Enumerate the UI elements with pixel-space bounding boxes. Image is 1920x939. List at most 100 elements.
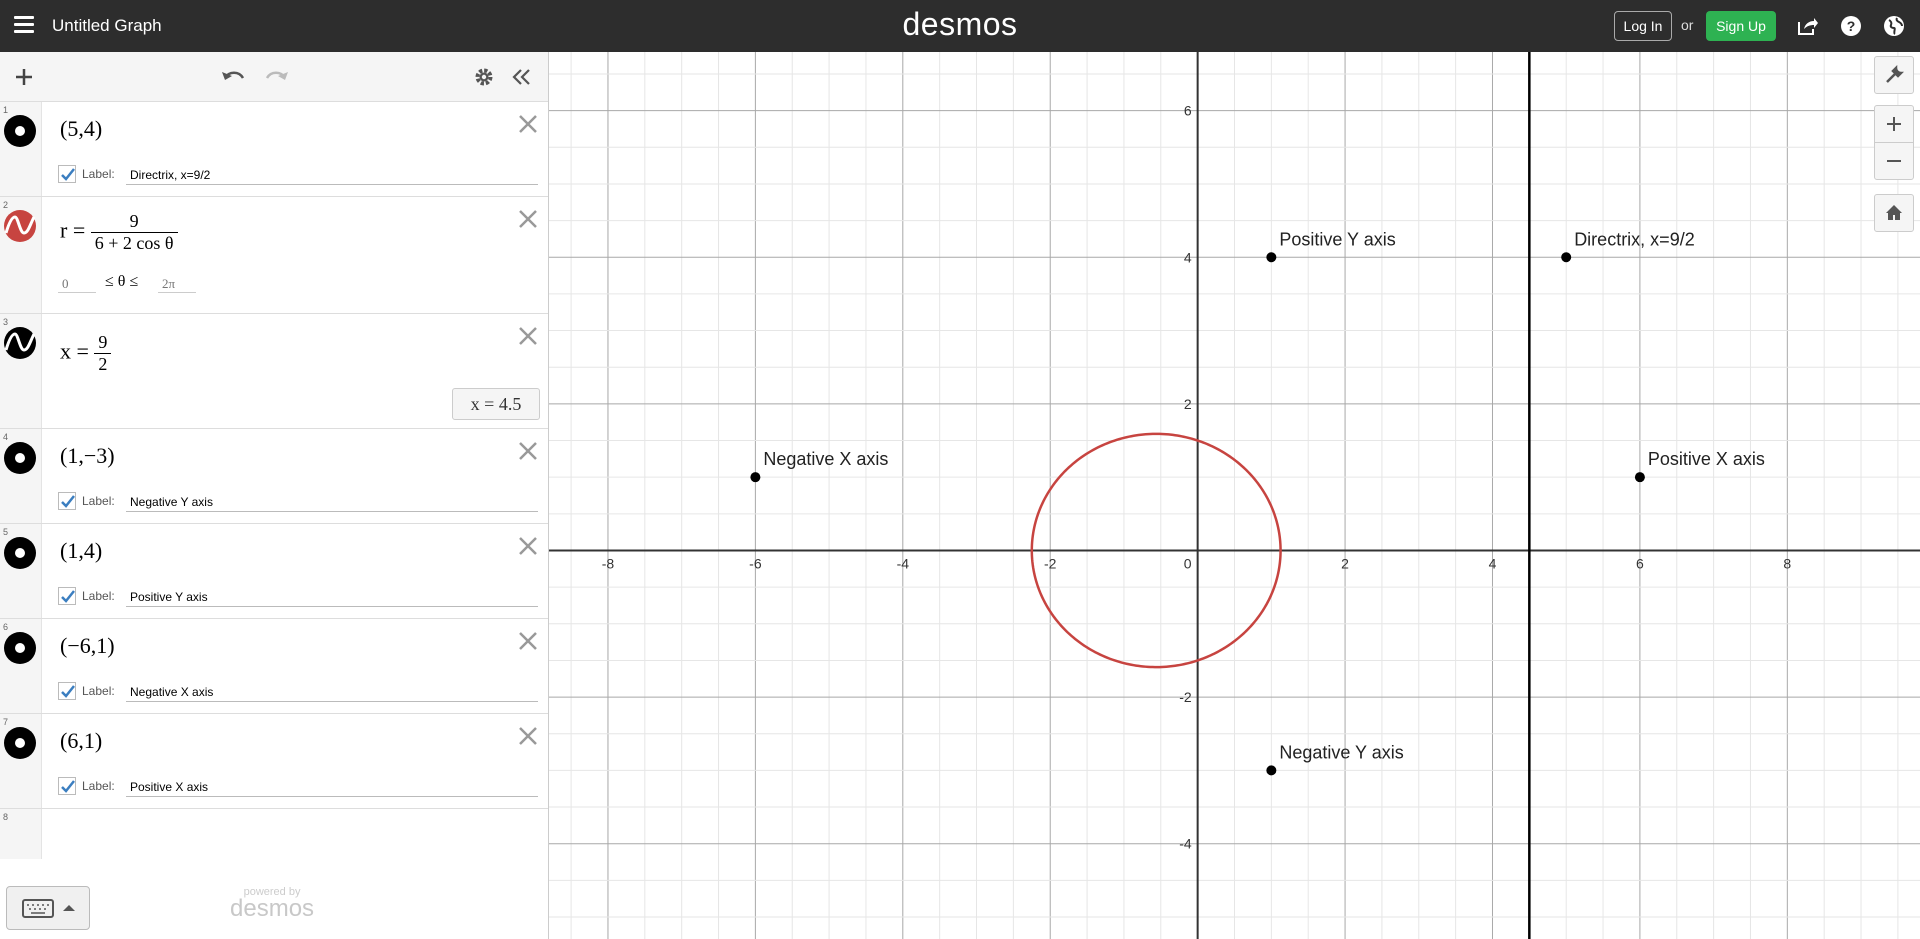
- delete-icon[interactable]: [516, 629, 540, 653]
- point-label: Positive X axis: [1648, 449, 1765, 469]
- empty-expression-row[interactable]: 8: [0, 809, 548, 859]
- row-gutter: 2: [0, 197, 42, 313]
- point-label: Negative X axis: [763, 449, 888, 469]
- equation-lhs: r =: [60, 217, 86, 243]
- home-zoom-icon[interactable]: [1874, 194, 1914, 232]
- x-tick-label: 0: [1184, 555, 1192, 571]
- label-checkbox[interactable]: [58, 777, 76, 795]
- y-tick-label: 4: [1184, 249, 1192, 265]
- row-gutter: 5: [0, 524, 42, 618]
- expression-row[interactable]: 7 (6,1) Label:: [0, 714, 548, 809]
- math-expression[interactable]: (1,−3): [60, 443, 115, 469]
- data-point: [1561, 252, 1572, 263]
- delete-icon[interactable]: [516, 324, 540, 348]
- y-tick-label: -2: [1179, 689, 1192, 705]
- graph-plot[interactable]: -8 -6 -4 -2 0 2 4 6 8 6 4 2 -2 -4 Directrix, x=9/2 Nega…: [549, 52, 1920, 939]
- undo-icon[interactable]: [220, 64, 248, 90]
- label-input[interactable]: [126, 587, 538, 607]
- label-caption: Label:: [82, 167, 115, 181]
- zoom-in-icon[interactable]: [1874, 105, 1914, 143]
- label-checkbox[interactable]: [58, 492, 76, 510]
- label-input[interactable]: [126, 682, 538, 702]
- expression-row[interactable]: 3 x = 92 x = 4.5: [0, 314, 548, 429]
- math-expression[interactable]: (5,4): [60, 116, 102, 142]
- graph-settings-wrench-icon[interactable]: [1874, 56, 1914, 94]
- x-tick-label: 8: [1783, 555, 1791, 571]
- expression-row[interactable]: 4 (1,−3) Label:: [0, 429, 548, 524]
- expression-row[interactable]: 5 (1,4) Label:: [0, 524, 548, 619]
- fraction-numerator: 9: [94, 332, 112, 354]
- math-expression[interactable]: x = 92: [60, 332, 112, 375]
- label-checkbox[interactable]: [58, 165, 76, 183]
- point-color-icon[interactable]: [3, 726, 37, 760]
- fraction-numerator: 9: [90, 211, 178, 233]
- x-tick-label: 4: [1489, 555, 1497, 571]
- graph-canvas[interactable]: -8 -6 -4 -2 0 2 4 6 8 6 4 2 -2 -4 Directrix, x=9/2 Nega…: [549, 52, 1920, 939]
- fraction-denominator: 6 + 2 cos θ: [94, 233, 174, 253]
- curve-color-icon[interactable]: [3, 209, 37, 243]
- login-button[interactable]: Log In: [1614, 11, 1672, 41]
- menu-icon[interactable]: [14, 16, 34, 34]
- domain-min-input[interactable]: [58, 275, 96, 293]
- point-color-icon[interactable]: [3, 631, 37, 665]
- help-icon[interactable]: ?: [1839, 14, 1863, 38]
- delete-icon[interactable]: [516, 207, 540, 231]
- top-bar: Untitled Graph desmos Log In or Sign Up …: [0, 0, 1920, 52]
- data-point: [1634, 472, 1645, 483]
- add-expression-icon[interactable]: [10, 64, 38, 90]
- y-tick-label: -4: [1179, 836, 1192, 852]
- equation-lhs: x =: [60, 338, 89, 364]
- zoom-out-icon[interactable]: [1874, 142, 1914, 180]
- domain-inequality: ≤ θ ≤: [105, 273, 139, 290]
- fraction: 92: [94, 332, 112, 375]
- point-color-icon[interactable]: [3, 114, 37, 148]
- math-expression[interactable]: (6,1): [60, 728, 102, 754]
- graph-title[interactable]: Untitled Graph: [52, 16, 162, 36]
- y-tick-label: 2: [1184, 396, 1192, 412]
- curve-color-icon[interactable]: [3, 326, 37, 360]
- row-gutter: 8: [0, 809, 42, 859]
- share-icon[interactable]: [1795, 14, 1819, 38]
- redo-icon[interactable]: [262, 64, 290, 90]
- label-input[interactable]: [126, 492, 538, 512]
- signup-button[interactable]: Sign Up: [1706, 11, 1776, 41]
- label-input[interactable]: [126, 777, 538, 797]
- x-tick-label: -6: [749, 555, 762, 571]
- row-number: 8: [3, 812, 9, 822]
- x-tick-label: 6: [1636, 555, 1644, 571]
- label-checkbox[interactable]: [58, 587, 76, 605]
- label-caption: Label:: [82, 494, 115, 508]
- x-tick-label: -2: [1044, 555, 1057, 571]
- expression-row[interactable]: 2 r = 96 + 2 cos θ ≤ θ ≤: [0, 197, 548, 314]
- delete-icon[interactable]: [516, 112, 540, 136]
- data-point: [1266, 765, 1277, 776]
- point-label: Positive Y axis: [1279, 229, 1395, 249]
- row-gutter: 4: [0, 429, 42, 523]
- expression-row[interactable]: 6 (−6,1) Label:: [0, 619, 548, 714]
- label-caption: Label:: [82, 589, 115, 603]
- label-caption: Label:: [82, 779, 115, 793]
- delete-icon[interactable]: [516, 439, 540, 463]
- delete-icon[interactable]: [516, 724, 540, 748]
- data-point: [750, 472, 761, 483]
- point-color-icon[interactable]: [3, 441, 37, 475]
- point-color-icon[interactable]: [3, 536, 37, 570]
- row-gutter: 1: [0, 102, 42, 196]
- x-tick-label: -4: [897, 555, 910, 571]
- keyboard-toggle-button[interactable]: [6, 886, 90, 930]
- math-expression[interactable]: (−6,1): [60, 633, 115, 659]
- settings-gear-icon[interactable]: [470, 64, 498, 90]
- label-checkbox[interactable]: [58, 682, 76, 700]
- math-expression[interactable]: r = 96 + 2 cos θ: [60, 211, 178, 254]
- delete-icon[interactable]: [516, 534, 540, 558]
- domain-max-input[interactable]: [158, 275, 196, 293]
- point-label: Directrix, x=9/2: [1574, 229, 1695, 249]
- math-expression[interactable]: (1,4): [60, 538, 102, 564]
- point-label: Negative Y axis: [1279, 742, 1403, 762]
- expression-panel: 1 (5,4) Label: 2 r = 96 + 2 cos θ ≤ θ ≤ …: [0, 52, 549, 939]
- expression-row[interactable]: 1 (5,4) Label:: [0, 102, 548, 197]
- keyboard-icon: [22, 899, 75, 918]
- label-input[interactable]: [126, 165, 538, 185]
- globe-icon[interactable]: [1882, 14, 1906, 38]
- collapse-panel-icon[interactable]: [508, 64, 536, 90]
